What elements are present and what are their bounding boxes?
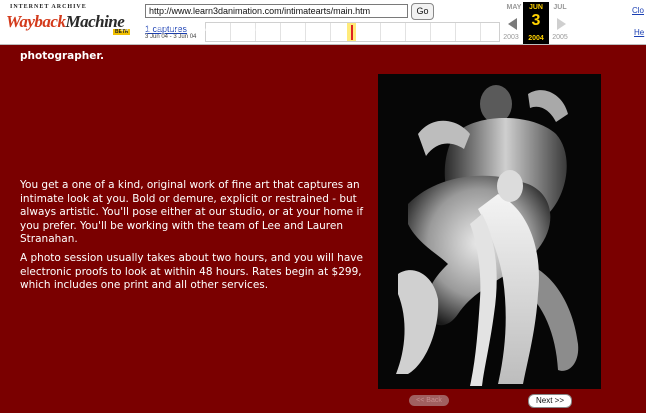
pricing-paragraph: A photo session usually takes about two … bbox=[20, 252, 363, 291]
artistic-photo bbox=[378, 74, 601, 389]
prev-year-label[interactable]: 2003 bbox=[497, 34, 525, 41]
back-button: << Back bbox=[409, 395, 449, 406]
go-button[interactable]: Go bbox=[411, 3, 434, 20]
logo-wordmark: WaybackMachine bbox=[6, 12, 125, 32]
obscured-heading-text: ...ng and we... ...o ... bbox=[120, 20, 262, 34]
wayback-logo[interactable]: INTERNET ARCHIVE WaybackMachine BETA bbox=[6, 3, 138, 41]
next-month-label[interactable]: JUL bbox=[546, 4, 574, 11]
close-link[interactable]: Clo bbox=[632, 6, 644, 15]
next-button[interactable]: Next >> bbox=[528, 394, 572, 408]
capture-range: 3 Jun 04 - 3 Jun 04 bbox=[145, 34, 197, 40]
intro-text-fragment: photographer. bbox=[20, 50, 104, 62]
logo-internet-archive: INTERNET ARCHIVE bbox=[10, 4, 87, 10]
next-year-label[interactable]: 2005 bbox=[546, 34, 574, 41]
url-input[interactable]: http://www.learn3danimation.com/intimate… bbox=[145, 4, 408, 18]
logo-way: Wayback bbox=[6, 12, 66, 31]
description-paragraph: You get a one of a kind, original work o… bbox=[20, 179, 364, 245]
photo-figures bbox=[396, 85, 579, 386]
